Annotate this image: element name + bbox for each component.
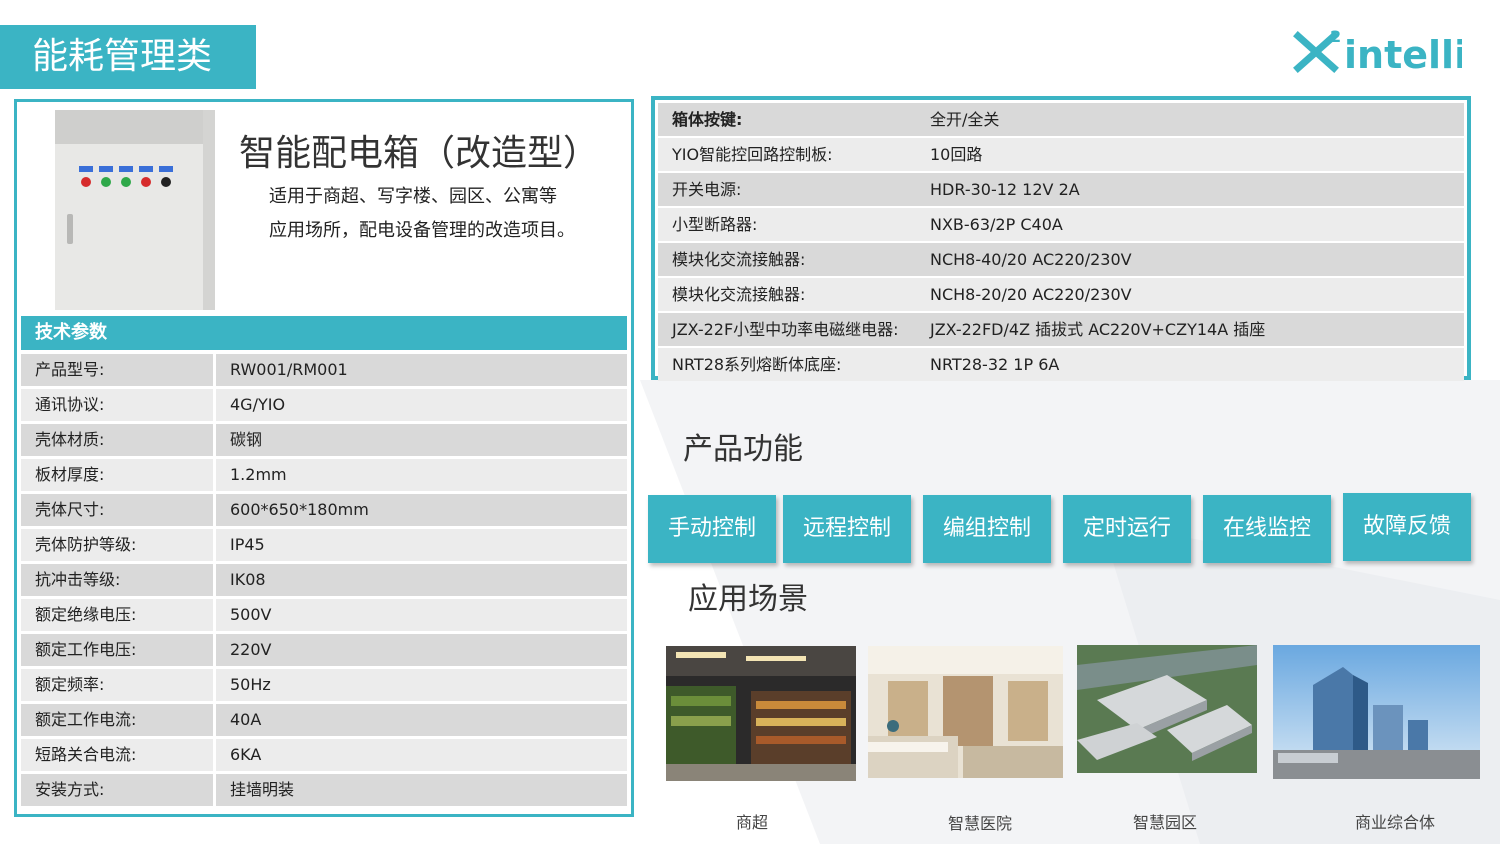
spec-row: 额定工作电流: 40A [21,704,627,736]
spec-row: 短路关合电流: 6KA [21,739,627,771]
spec-key: 额定绝缘电压: [21,599,213,631]
distribution-box-image [55,110,215,310]
component-row: 小型断路器: NXB-63/2P C40A [658,208,1464,241]
component-row: 模块化交流接触器: NCH8-20/20 AC220/230V [658,278,1464,311]
spec-value: RW001/RM001 [216,354,627,386]
functions-title: 产品功能 [683,432,803,467]
spec-key: 抗冲击等级: [21,564,213,596]
spec-value: IP45 [216,529,627,561]
component-table: 箱体按键: 全开/全关 YIO智能控回路控制板: 10回路 开关电源: HDR-30-… [651,96,1471,381]
component-value: NCH8-40/20 AC220/230V [916,243,1464,276]
spec-row: 额定工作电压: 220V [21,634,627,666]
component-row: YIO智能控回路控制板: 10回路 [658,138,1464,171]
spec-row: 安装方式: 挂墙明装 [21,774,627,806]
spec-key: 产品型号: [21,354,213,386]
scene-caption-park: 智慧园区 [1132,813,1197,832]
product-name: 智能配电箱（改造型） [239,133,600,174]
spec-value: 挂墙明装 [216,774,627,806]
spec-value: 50Hz [216,669,627,701]
component-value: NRT28-32 1P 6A [916,348,1464,381]
component-key: NRT28系列熔断体底座: [658,348,916,381]
spec-key: 壳体尺寸: [21,494,213,526]
feature-remote-control: 远程控制 [783,495,911,563]
spec-value: 碳钢 [216,424,627,456]
spec-row: 抗冲击等级: IK08 [21,564,627,596]
component-key: 箱体按键: [658,103,916,136]
spec-row: 壳体防护等级: IP45 [21,529,627,561]
spec-table: 产品型号: RW001/RM001 通讯协议: 4G/YIO 壳体材质: 碳钢 板材厚… [21,354,627,809]
component-row: 箱体按键: 全开/全关 [658,103,1464,136]
component-value: 全开/全关 [916,103,1464,136]
scenes-title: 应用场景 [688,582,808,617]
svg-text:intelli: intelli [1344,33,1462,76]
feature-manual-control: 手动控制 [648,495,776,563]
spec-value: 600*650*180mm [216,494,627,526]
hospital-image [868,646,1063,778]
component-row: JZX-22F小型中功率电磁继电器: JZX-22FD/4Z 插拔式 AC220V… [658,313,1464,346]
industrial-park-image [1077,645,1257,773]
spec-row: 额定绝缘电压: 500V [21,599,627,631]
spec-key: 通讯协议: [21,389,213,421]
component-value: JZX-22FD/4Z 插拔式 AC220V+CZY14A 插座 [916,313,1464,346]
spec-key: 短路关合电流: [21,739,213,771]
spec-key: 额定工作电压: [21,634,213,666]
component-value: NCH8-20/20 AC220/230V [916,278,1464,311]
spec-key: 壳体防护等级: [21,529,213,561]
feature-group-control: 编组控制 [923,495,1051,563]
feature-fault-feedback: 故障反馈 [1343,493,1471,561]
supermarket-image [666,646,856,781]
component-key: 模块化交流接触器: [658,278,916,311]
product-description: 适用于商超、写字楼、园区、公寓等 应用场所，配电设备管理的改造项目。 [269,180,575,248]
spec-value: IK08 [216,564,627,596]
product-panel: 智能配电箱（改造型） 适用于商超、写字楼、园区、公寓等 应用场所，配电设备管理的… [14,99,634,817]
component-key: YIO智能控回路控制板: [658,138,916,171]
spec-key: 额定频率: [21,669,213,701]
spec-heading: 技术参数 [21,316,627,350]
spec-row: 壳体材质: 碳钢 [21,424,627,456]
spec-row: 板材厚度: 1.2mm [21,459,627,491]
component-value: 10回路 [916,138,1464,171]
spec-value: 6KA [216,739,627,771]
component-key: JZX-22F小型中功率电磁继电器: [658,313,916,346]
spec-value: 500V [216,599,627,631]
product-desc-line-1: 适用于商超、写字楼、园区、公寓等 [269,186,557,207]
component-value: HDR-30-12 12V 2A [916,173,1464,206]
svg-text:2: 2 [1330,27,1341,46]
spec-key: 壳体材质: [21,424,213,456]
spec-value: 1.2mm [216,459,627,491]
commercial-complex-image [1273,645,1480,779]
spec-key: 板材厚度: [21,459,213,491]
component-key: 模块化交流接触器: [658,243,916,276]
product-desc-line-2: 应用场所，配电设备管理的改造项目。 [269,220,575,241]
spec-row: 产品型号: RW001/RM001 [21,354,627,386]
spec-key: 安装方式: [21,774,213,806]
component-row: 模块化交流接触器: NCH8-40/20 AC220/230V [658,243,1464,276]
spec-row: 通讯协议: 4G/YIO [21,389,627,421]
component-row: NRT28系列熔断体底座: NRT28-32 1P 6A [658,348,1464,381]
feature-online-monitor: 在线监控 [1203,495,1331,563]
page-title: 能耗管理类 [0,25,256,89]
scene-caption-complex: 商业综合体 [1354,813,1435,832]
spec-key: 额定工作电流: [21,704,213,736]
spec-value: 4G/YIO [216,389,627,421]
spec-row: 壳体尺寸: 600*650*180mm [21,494,627,526]
component-key: 小型断路器: [658,208,916,241]
spec-value: 220V [216,634,627,666]
spec-value: 40A [216,704,627,736]
component-key: 开关电源: [658,173,916,206]
feature-timed-run: 定时运行 [1063,495,1191,563]
component-value: NXB-63/2P C40A [916,208,1464,241]
component-row: 开关电源: HDR-30-12 12V 2A [658,173,1464,206]
spec-row: 额定频率: 50Hz [21,669,627,701]
scene-caption-supermarket: 商超 [735,813,768,832]
brand-logo: 2 intelli [1293,27,1462,76]
scene-caption-hospital: 智慧医院 [947,814,1012,833]
